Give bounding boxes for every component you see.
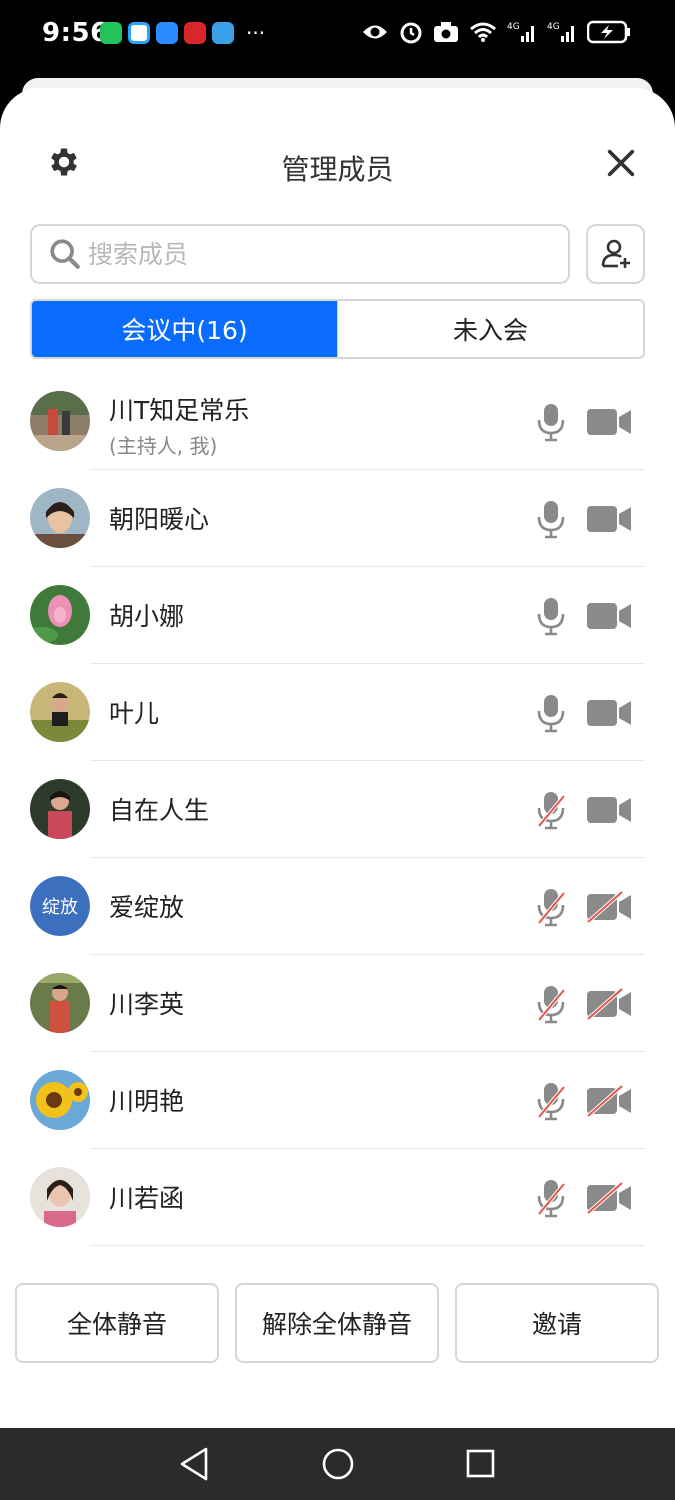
back-icon[interactable]: [178, 1446, 210, 1482]
page-title: 管理成员: [281, 153, 394, 186]
svg-text:4G: 4G: [547, 22, 560, 32]
more-notifications: ···: [246, 21, 266, 45]
list-item[interactable]: 胡小娜: [0, 567, 675, 664]
member-name: 叶儿: [109, 699, 160, 728]
member-list: 川T知足常乐 (主持人, 我) 朝阳暖心 胡小娜 叶儿 自在人生 绽放 爱绽放 …: [0, 373, 675, 1246]
microphone-muted-icon[interactable]: [536, 984, 566, 1024]
invite-button[interactable]: 邀请: [455, 1283, 659, 1363]
red-app-icon: [184, 22, 206, 44]
video-camera-off-icon[interactable]: [586, 1182, 632, 1214]
status-right-icons: 4G 4G: [361, 20, 631, 44]
mute-all-button[interactable]: 全体静音: [15, 1283, 219, 1363]
close-icon[interactable]: [604, 146, 638, 180]
message-icon: [156, 22, 178, 44]
wifi-icon: [470, 22, 496, 42]
status-app-icons: ···: [100, 22, 265, 44]
microphone-muted-icon[interactable]: [536, 1178, 566, 1218]
member-name: 胡小娜: [109, 602, 185, 631]
video-camera-icon[interactable]: [586, 503, 632, 535]
microphone-muted-icon[interactable]: [536, 887, 566, 927]
wechat-icon: [100, 22, 122, 44]
list-item[interactable]: 自在人生: [0, 761, 675, 858]
add-member-button[interactable]: [586, 224, 645, 284]
battery-charging-icon: [587, 20, 630, 44]
video-camera-icon[interactable]: [586, 697, 632, 729]
microphone-icon[interactable]: [536, 402, 566, 442]
member-name: 朝阳暖心: [109, 505, 210, 534]
avatar: [30, 682, 90, 742]
microphone-icon[interactable]: [536, 596, 566, 636]
avatar: [30, 779, 90, 839]
list-item[interactable]: 川李英: [0, 955, 675, 1052]
list-item[interactable]: 叶儿: [0, 664, 675, 761]
microphone-icon[interactable]: [536, 499, 566, 539]
avatar-initials: 绽放: [30, 876, 90, 936]
camera-icon: [434, 22, 458, 42]
alarm-icon: [400, 22, 422, 44]
recents-icon[interactable]: [464, 1446, 496, 1482]
search-input[interactable]: [88, 239, 548, 269]
microphone-muted-icon[interactable]: [536, 1081, 566, 1121]
avatar: 绽放: [30, 876, 90, 936]
list-item[interactable]: 川明艳: [0, 1052, 675, 1149]
chat-bubble-icon: [128, 22, 150, 44]
navigation-bar: [0, 1428, 675, 1500]
member-name: 川李英: [109, 990, 185, 1019]
status-time: 9:56: [42, 18, 109, 48]
add-person-icon: [601, 239, 630, 268]
eye-icon: [363, 25, 387, 39]
member-name: 川若函: [109, 1184, 185, 1213]
avatar: [30, 1167, 90, 1227]
avatar: [30, 973, 90, 1033]
search-box[interactable]: [30, 224, 570, 284]
avatar: [30, 1070, 90, 1130]
signal-4g-icon: 4G: [507, 22, 534, 42]
search-icon: [50, 239, 80, 269]
video-camera-off-icon[interactable]: [586, 891, 632, 923]
blue-app-icon: [212, 22, 234, 44]
avatar: [30, 391, 90, 451]
tab-in-meeting[interactable]: 会议中(16): [32, 301, 337, 357]
member-name: 自在人生: [109, 796, 210, 825]
member-role: (主持人, 我): [109, 434, 218, 458]
video-camera-off-icon[interactable]: [586, 988, 632, 1020]
video-camera-icon[interactable]: [586, 600, 632, 632]
video-camera-icon[interactable]: [586, 406, 632, 438]
status-bar: 9:56 ··· 4G 4G: [0, 0, 675, 72]
list-item[interactable]: 川若函: [0, 1149, 675, 1246]
home-icon[interactable]: [321, 1446, 355, 1482]
signal-4g-icon: 4G: [547, 22, 574, 42]
video-camera-icon[interactable]: [586, 794, 632, 826]
row-divider: [90, 1245, 645, 1246]
svg-text:4G: 4G: [507, 22, 520, 32]
microphone-muted-icon[interactable]: [536, 790, 566, 830]
list-item[interactable]: 绽放 爱绽放: [0, 858, 675, 955]
sheet-header: 管理成员: [0, 88, 675, 208]
avatar: [30, 488, 90, 548]
member-name: 爱绽放: [109, 893, 185, 922]
manage-members-sheet: 管理成员 会议中(16) 未入会 川T知足常乐 (主持人, 我): [0, 88, 675, 1428]
avatar: [30, 585, 90, 645]
member-name: 川明艳: [109, 1087, 185, 1116]
member-name: 川T知足常乐: [109, 396, 250, 425]
video-camera-off-icon[interactable]: [586, 1085, 632, 1117]
list-item[interactable]: 朝阳暖心: [0, 470, 675, 567]
list-item[interactable]: 川T知足常乐 (主持人, 我): [0, 373, 675, 470]
unmute-all-button[interactable]: 解除全体静音: [235, 1283, 439, 1363]
tab-not-joined[interactable]: 未入会: [337, 301, 643, 357]
member-tabs: 会议中(16) 未入会: [30, 299, 645, 359]
microphone-icon[interactable]: [536, 693, 566, 733]
